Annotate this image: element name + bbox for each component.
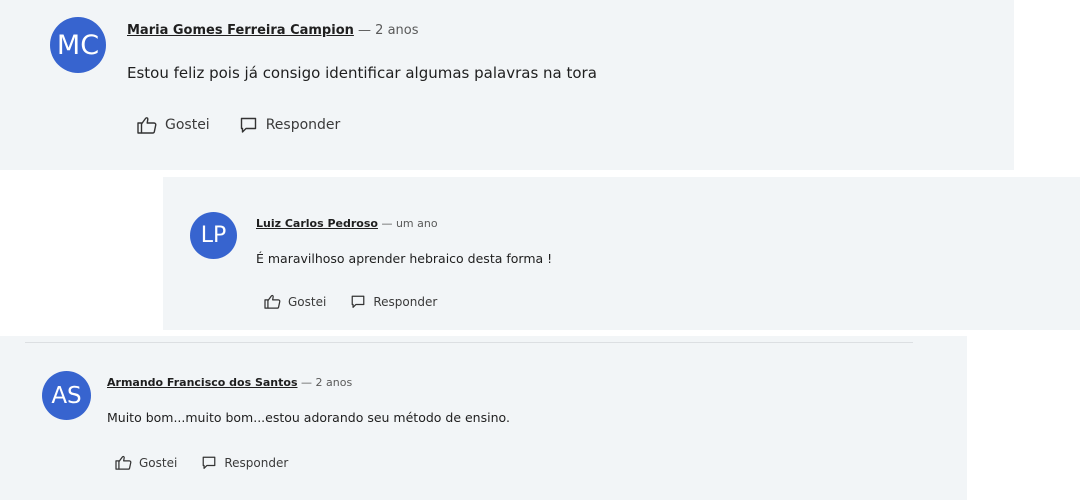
comment-actions: Gostei Responder (137, 116, 340, 134)
comment-card: AS Armando Francisco dos Santos — 2 anos… (0, 336, 967, 500)
comment-actions: Gostei Responder (264, 294, 437, 309)
author-name[interactable]: Luiz Carlos Pedroso (256, 217, 378, 230)
like-label: Gostei (165, 117, 210, 133)
reply-label: Responder (224, 455, 289, 470)
speech-bubble-icon (240, 117, 257, 134)
comment-card: MC Maria Gomes Ferreira Campion — 2 anos… (0, 0, 1014, 170)
comment-time: 2 anos (375, 23, 419, 38)
author-name[interactable]: Maria Gomes Ferreira Campion (127, 23, 354, 38)
meta-separator: — (358, 23, 372, 38)
avatar[interactable]: AS (42, 371, 91, 420)
comment-meta: Armando Francisco dos Santos — 2 anos (107, 376, 352, 389)
meta-separator: — (301, 376, 312, 389)
comment-text: É maravilhoso aprender hebraico desta fo… (256, 251, 553, 266)
speech-bubble-icon (351, 295, 365, 309)
speech-bubble-icon (202, 456, 216, 470)
comment-meta: Luiz Carlos Pedroso — um ano (256, 217, 438, 230)
comment-text: Muito bom...muito bom...estou adorando s… (107, 410, 510, 425)
comment-text: Estou feliz pois já consigo identificar … (127, 64, 597, 82)
thumbs-up-icon (137, 116, 157, 134)
divider (25, 342, 913, 343)
meta-separator: — (381, 217, 393, 230)
author-name[interactable]: Armando Francisco dos Santos (107, 376, 298, 389)
comment-reply-card: LP Luiz Carlos Pedroso — um ano É maravi… (163, 177, 1080, 330)
comment-time: 2 anos (315, 376, 353, 389)
like-button[interactable]: Gostei (115, 455, 177, 470)
comment-meta: Maria Gomes Ferreira Campion — 2 anos (127, 23, 419, 38)
avatar[interactable]: LP (190, 212, 237, 259)
avatar[interactable]: MC (50, 17, 106, 73)
comment-time: um ano (395, 217, 438, 230)
reply-label: Responder (265, 117, 341, 133)
like-button[interactable]: Gostei (137, 116, 210, 134)
reply-button[interactable]: Responder (240, 117, 341, 134)
like-label: Gostei (139, 455, 178, 470)
reply-button[interactable]: Responder (202, 456, 288, 470)
like-button[interactable]: Gostei (264, 294, 326, 309)
reply-label: Responder (373, 294, 438, 309)
comment-actions: Gostei Responder (115, 455, 288, 470)
reply-button[interactable]: Responder (351, 295, 437, 309)
thumbs-up-icon (115, 455, 132, 470)
like-label: Gostei (288, 294, 327, 309)
thumbs-up-icon (264, 294, 281, 309)
